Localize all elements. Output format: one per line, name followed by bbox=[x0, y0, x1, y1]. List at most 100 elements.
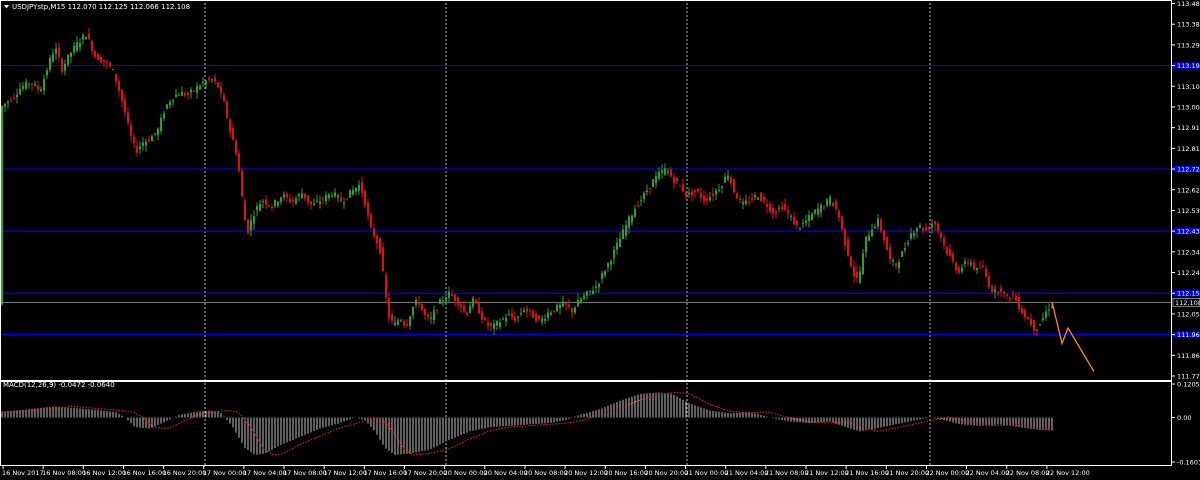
candle-body bbox=[172, 99, 174, 102]
candle-body bbox=[418, 301, 420, 305]
candle-body bbox=[952, 253, 954, 262]
candle-body bbox=[160, 117, 162, 132]
candle-body bbox=[43, 79, 45, 91]
candle-body bbox=[19, 88, 21, 95]
candle-body bbox=[37, 85, 39, 90]
candle-body bbox=[85, 37, 87, 40]
candle-body bbox=[406, 324, 408, 326]
candle-body bbox=[169, 101, 171, 106]
candle-body bbox=[490, 322, 492, 327]
candle-body bbox=[220, 87, 222, 93]
candle-body bbox=[763, 196, 765, 201]
candle-body bbox=[652, 179, 654, 188]
candle-body bbox=[889, 247, 891, 260]
candle-body bbox=[430, 317, 432, 319]
candle-body bbox=[1030, 318, 1032, 325]
candle-body bbox=[955, 262, 957, 271]
price-tick-label: 112.435 bbox=[1177, 228, 1200, 236]
time-tick-label: 22 Nov 00:00 bbox=[925, 469, 969, 477]
candle-body bbox=[493, 323, 495, 329]
candle-body bbox=[1027, 317, 1029, 320]
time-tick-label: 21 Nov 00:00 bbox=[685, 469, 729, 477]
candle-body bbox=[58, 47, 60, 58]
candle-body bbox=[922, 227, 924, 231]
candle-body bbox=[913, 232, 915, 237]
candle-body bbox=[121, 89, 123, 102]
candle-body bbox=[409, 316, 411, 326]
candle-body bbox=[283, 194, 285, 198]
candle-body bbox=[115, 73, 117, 82]
candle-body bbox=[298, 194, 300, 197]
candle-body bbox=[229, 119, 231, 131]
candle-body bbox=[820, 204, 822, 213]
candle-body bbox=[52, 54, 54, 62]
macd-tick-label: 0.00 bbox=[1177, 414, 1191, 422]
candle-body bbox=[886, 237, 888, 251]
chart-background bbox=[0, 0, 1200, 480]
candle-body bbox=[787, 210, 789, 214]
candle-body bbox=[538, 315, 540, 320]
candle-body bbox=[604, 271, 606, 276]
candle-body bbox=[412, 306, 414, 316]
candle-body bbox=[166, 104, 168, 109]
candle-body bbox=[295, 198, 297, 204]
candle-body bbox=[40, 89, 42, 92]
candle-body bbox=[529, 309, 531, 311]
candle-body bbox=[319, 201, 321, 205]
candle-body bbox=[979, 267, 981, 269]
candle-body bbox=[661, 170, 663, 173]
candle-body bbox=[790, 216, 792, 218]
time-tick-label: 16 Nov 2017 bbox=[2, 469, 44, 477]
candle-body bbox=[778, 207, 780, 209]
candle-body bbox=[1048, 309, 1050, 311]
candle-body bbox=[547, 312, 549, 318]
candle-body bbox=[484, 317, 486, 320]
candle-body bbox=[316, 200, 318, 202]
candle-body bbox=[181, 91, 183, 96]
candle-body bbox=[46, 70, 48, 76]
candle-body bbox=[415, 299, 417, 305]
time-tick-label: 17 Nov 04:00 bbox=[243, 469, 287, 477]
candle-body bbox=[964, 261, 966, 264]
candle-body bbox=[505, 317, 507, 322]
candle-body bbox=[388, 298, 390, 319]
candle-body bbox=[640, 200, 642, 202]
macd-tick-label: 0.1205 bbox=[1177, 381, 1200, 389]
candle-body bbox=[1036, 328, 1038, 332]
candle-body bbox=[679, 185, 681, 187]
candle-body bbox=[736, 193, 738, 199]
candle-body bbox=[595, 286, 597, 288]
candle-body bbox=[244, 200, 246, 221]
candle-body bbox=[973, 262, 975, 270]
candle-body bbox=[772, 207, 774, 214]
candle-body bbox=[706, 198, 708, 201]
candle-body bbox=[607, 263, 609, 268]
candle-body bbox=[259, 204, 261, 211]
candle-body bbox=[751, 197, 753, 200]
candle-body bbox=[139, 146, 141, 150]
candle-body bbox=[994, 289, 996, 293]
candle-body bbox=[862, 253, 864, 275]
candle-body bbox=[511, 313, 513, 318]
candle-body bbox=[910, 233, 912, 239]
time-tick-label: 20 Nov 08:00 bbox=[524, 469, 568, 477]
candle-body bbox=[895, 263, 897, 266]
candle-body bbox=[499, 322, 501, 328]
price-tick-label: 113.005 bbox=[1177, 103, 1200, 111]
price-tick-label: 112.625 bbox=[1177, 186, 1200, 194]
price-tick-label: 113.195 bbox=[1177, 62, 1200, 70]
candle-body bbox=[463, 305, 465, 312]
candle-body bbox=[88, 33, 90, 40]
candle-body bbox=[709, 197, 711, 201]
candle-body bbox=[967, 262, 969, 264]
candle-body bbox=[985, 268, 987, 277]
candle-body bbox=[397, 320, 399, 325]
time-tick-label: 16 Nov 16:00 bbox=[122, 469, 166, 477]
chart-canvas: 113.480 113.385 113.290 113.195 113.100 113.0… bbox=[0, 0, 1200, 480]
macd-tick-label: -0.1603 bbox=[1177, 459, 1200, 467]
candle-body bbox=[94, 51, 96, 57]
candle-body bbox=[424, 309, 426, 316]
candle-body bbox=[421, 303, 423, 311]
candle-body bbox=[124, 99, 126, 113]
candle-body bbox=[145, 141, 147, 146]
